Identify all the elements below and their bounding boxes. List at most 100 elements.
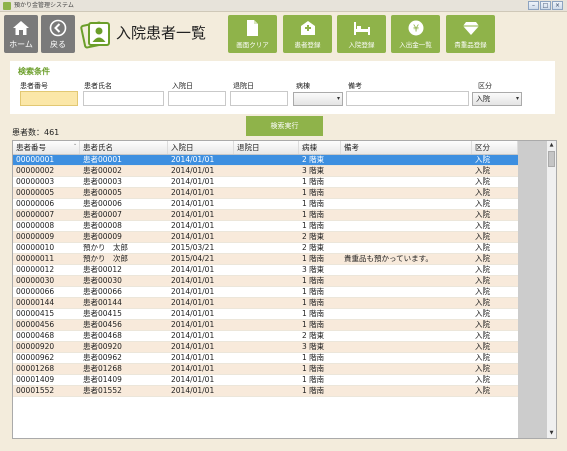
col-header-patient-no[interactable]: 患者番号 xyxy=(13,141,80,154)
cell-patient-no: 00000456 xyxy=(16,320,55,329)
cell-discharge-date xyxy=(234,265,299,275)
col-header-category[interactable]: 区分 xyxy=(472,141,518,154)
table-row[interactable]: 00000006 患者00006 2014/01/01 1 階南 入院 xyxy=(13,199,518,210)
table-row[interactable]: 00001409 患者01409 2014/01/01 1 階南 入院 xyxy=(13,375,518,386)
window-titlebar: 預かり金管理システム – □ × xyxy=(0,0,567,12)
admit-date-label: 入院日 xyxy=(172,82,193,90)
maximize-button[interactable]: □ xyxy=(540,1,551,10)
patient-no-input[interactable] xyxy=(20,91,78,106)
cell-discharge-date xyxy=(234,188,299,198)
table-row[interactable]: 00000920 患者00920 2014/01/01 3 階東 入院 xyxy=(13,342,518,353)
cell-patient-name: 患者00144 xyxy=(83,298,122,307)
cell-admit-date: 2014/01/01 xyxy=(171,221,215,230)
cell-note xyxy=(341,232,472,242)
cell-patient-no: 00000007 xyxy=(16,210,55,219)
clear-screen-button[interactable]: 画面クリア xyxy=(228,15,277,53)
col-header-note[interactable]: 備考 xyxy=(341,141,472,154)
deposit-list-button[interactable]: ¥ 入出金一覧 xyxy=(391,15,440,53)
table-row[interactable]: 00000962 患者00962 2014/01/01 1 階南 入院 xyxy=(13,353,518,364)
table-row[interactable]: 00000012 患者00012 2014/01/01 3 階東 入院 xyxy=(13,265,518,276)
cell-note: 貴重品も預かっています。 xyxy=(344,254,433,263)
valuables-register-button[interactable]: 貴重品登録 xyxy=(446,15,495,53)
cell-note xyxy=(341,353,472,363)
cell-ward: 1 階南 xyxy=(302,254,325,263)
table-row[interactable]: 00000007 患者00007 2014/01/01 1 階南 入院 xyxy=(13,210,518,221)
patient-list-icon xyxy=(80,21,110,49)
discharge-date-input[interactable] xyxy=(230,91,288,106)
cell-admit-date: 2014/01/01 xyxy=(171,375,215,384)
cell-note xyxy=(341,298,472,308)
col-header-discharge-date[interactable]: 退院日 xyxy=(234,141,299,154)
table-row[interactable]: 00000002 患者00002 2014/01/01 3 階東 入院 xyxy=(13,166,518,177)
cell-patient-no: 00000005 xyxy=(16,188,55,197)
cell-category: 入院 xyxy=(475,199,490,208)
table-row[interactable]: 00000010 預かり 太郎 2015/03/21 2 階東 入院 xyxy=(13,243,518,254)
table-row[interactable]: 00000001 患者00001 2014/01/01 2 階東 入院 xyxy=(13,155,518,166)
scroll-up-icon[interactable]: ▲ xyxy=(547,141,556,150)
cell-admit-date: 2014/01/01 xyxy=(171,320,215,329)
col-header-patient-name[interactable]: 患者氏名 xyxy=(80,141,168,154)
cell-patient-name: 患者00962 xyxy=(83,353,122,362)
cell-patient-name: 患者00005 xyxy=(83,188,122,197)
col-header-admit-date[interactable]: 入院日 xyxy=(168,141,234,154)
admission-register-label: 入院登録 xyxy=(348,41,375,49)
category-select[interactable]: 入院 ▾ xyxy=(472,92,522,106)
cell-category: 入院 xyxy=(475,342,490,351)
minimize-button[interactable]: – xyxy=(528,1,539,10)
cell-admit-date: 2014/01/01 xyxy=(171,177,215,186)
table-row[interactable]: 00001552 患者01552 2014/01/01 1 階南 入院 xyxy=(13,386,518,397)
bed-icon xyxy=(354,22,370,35)
table-row[interactable]: 00000009 患者00009 2014/01/01 2 階東 入院 xyxy=(13,232,518,243)
cell-patient-name: 患者00066 xyxy=(83,287,122,296)
valuables-icon xyxy=(463,22,479,35)
table-row[interactable]: 00000066 患者00066 2014/01/01 1 階南 入院 xyxy=(13,287,518,298)
search-exec-button[interactable]: 検索実行 xyxy=(246,116,323,136)
cell-category: 入院 xyxy=(475,155,490,164)
table-row[interactable]: 00001268 患者01268 2014/01/01 1 階南 入院 xyxy=(13,364,518,375)
table-row[interactable]: 00000144 患者00144 2014/01/01 1 階南 入院 xyxy=(13,298,518,309)
note-input[interactable] xyxy=(346,91,469,106)
cell-patient-no: 00000009 xyxy=(16,232,55,241)
valuables-register-label: 貴重品登録 xyxy=(454,41,487,49)
back-button[interactable]: 戻る xyxy=(41,15,75,53)
cell-note xyxy=(341,287,472,297)
patient-register-button[interactable]: 患者登録 xyxy=(283,15,332,53)
table-row[interactable]: 00000008 患者00008 2014/01/01 1 階南 入院 xyxy=(13,221,518,232)
cell-category: 入院 xyxy=(475,287,490,296)
admit-date-input[interactable] xyxy=(168,91,226,106)
col-header-ward[interactable]: 病棟 xyxy=(299,141,341,154)
sort-indicator-icon: ⌄ xyxy=(73,141,78,147)
cell-note xyxy=(341,265,472,275)
cell-patient-no: 00000962 xyxy=(16,353,55,362)
ward-select[interactable]: ▾ xyxy=(293,92,343,106)
cell-ward: 1 階南 xyxy=(302,177,325,186)
discharge-date-label: 退院日 xyxy=(233,82,254,90)
table-row[interactable]: 00000030 患者00030 2014/01/01 1 階南 入院 xyxy=(13,276,518,287)
table-row[interactable]: 00000003 患者00003 2014/01/01 1 階南 入院 xyxy=(13,177,518,188)
cell-discharge-date xyxy=(234,177,299,187)
patient-count: 患者数：461 xyxy=(12,128,60,137)
cell-ward: 1 階南 xyxy=(302,353,325,362)
cell-note xyxy=(341,276,472,286)
table-row[interactable]: 00000456 患者00456 2014/01/01 1 階南 入院 xyxy=(13,320,518,331)
scroll-down-icon[interactable]: ▼ xyxy=(547,429,556,438)
scroll-thumb[interactable] xyxy=(548,151,555,167)
table-body: 00000001 患者00001 2014/01/01 2 階東 入院 00000002 患… xyxy=(13,155,518,397)
table-row[interactable]: 00000468 患者00468 2014/01/01 2 階東 入院 xyxy=(13,331,518,342)
vertical-scrollbar[interactable]: ▲ ▼ xyxy=(546,141,556,438)
header: ホーム 戻る 入院患者一覧 画面クリア 患者登録 入院登録 ¥ 入出金一覧 貴重… xyxy=(0,12,567,56)
table-row[interactable]: 00000415 患者00415 2014/01/01 1 階南 入院 xyxy=(13,309,518,320)
cell-patient-name: 患者00006 xyxy=(83,199,122,208)
admission-register-button[interactable]: 入院登録 xyxy=(337,15,386,53)
close-button[interactable]: × xyxy=(552,1,563,10)
table-row[interactable]: 00000005 患者00005 2014/01/01 1 階南 入院 xyxy=(13,188,518,199)
cell-patient-name: 患者01552 xyxy=(83,386,122,395)
patient-table: 患者番号 ⌄ 患者氏名 入院日 退院日 病棟 備考 区分 00000001 患者0… xyxy=(12,140,557,439)
patient-name-input[interactable] xyxy=(83,91,164,106)
table-row[interactable]: 00000011 預かり 次郎 2015/04/21 1 階南 貴重品も預かっています。… xyxy=(13,254,518,265)
cell-category: 入院 xyxy=(475,177,490,186)
chevron-down-icon: ▾ xyxy=(336,95,340,102)
home-button[interactable]: ホーム xyxy=(4,15,38,53)
cell-category: 入院 xyxy=(475,386,490,395)
cell-category: 入院 xyxy=(475,210,490,219)
